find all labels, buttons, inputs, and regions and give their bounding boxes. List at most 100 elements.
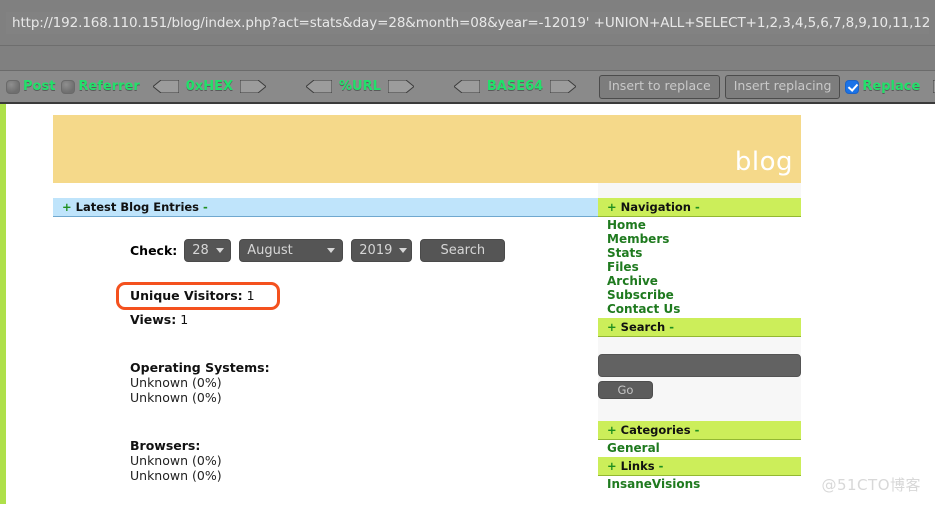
search-input[interactable]	[598, 354, 801, 377]
month-select-value: August	[247, 243, 293, 258]
unique-visitors-value: 1	[246, 288, 255, 303]
replace-checkbox[interactable]: Replace	[845, 79, 920, 94]
base64-encode-group: BASE64	[447, 71, 583, 102]
hex-encode-group: 0xHEX	[146, 71, 273, 102]
sidebar-item-stats[interactable]: Stats	[598, 246, 801, 260]
operating-systems-title: Operating Systems:	[130, 360, 270, 375]
collapse-minus-icon[interactable]: -	[203, 200, 208, 214]
site-banner: blog	[53, 115, 801, 183]
insert-replacing-button[interactable]: Insert replacing	[724, 74, 841, 99]
unique-visitors-line: Unique Visitors: 1	[130, 289, 255, 303]
sidebar-item-general[interactable]: General	[598, 441, 801, 455]
views-line: Views: 1	[130, 313, 598, 327]
hex-label: 0xHEX	[185, 79, 233, 94]
post-label: Post	[23, 79, 56, 94]
sidebar-item-contact-us[interactable]: Contact Us	[598, 302, 801, 316]
expand-plus-icon[interactable]: +	[607, 423, 617, 437]
expand-plus-icon[interactable]: +	[607, 200, 617, 214]
replace-label: Replace	[862, 79, 921, 94]
referrer-label: Referrer	[78, 79, 140, 94]
url-encode-group: %URL	[299, 71, 421, 102]
go-button[interactable]: Go	[598, 381, 653, 399]
search-header[interactable]: + Search -	[598, 318, 801, 337]
browsers-section: Browsers: Unknown (0%) Unknown (0%)	[130, 438, 598, 483]
url-bar-container: http://192.168.110.151/blog/index.php?ac…	[0, 0, 935, 46]
categories-title: Categories	[620, 423, 691, 437]
unique-visitors-label: Unique Visitors:	[130, 288, 243, 303]
navigation-title: Navigation	[620, 200, 691, 214]
arrow-right-icon[interactable]	[550, 80, 577, 93]
links-list: InsaneVisions	[598, 476, 801, 493]
page-content: blog + Latest Blog Entries - Check: 28 A…	[0, 104, 935, 504]
check-label: Check:	[130, 243, 178, 258]
left-edge-accent	[0, 104, 6, 504]
sidebar-item-archive[interactable]: Archive	[598, 274, 801, 288]
list-item: Unknown (0%)	[130, 467, 222, 483]
operating-systems-section: Operating Systems: Unknown (0%) Unknown …	[130, 360, 598, 405]
arrow-left-icon[interactable]	[152, 80, 179, 93]
collapse-minus-icon[interactable]: -	[669, 320, 674, 334]
sidebar-item-home[interactable]: Home	[598, 218, 801, 232]
categories-links: General	[598, 440, 801, 457]
watermark: @51CTO博客	[821, 476, 921, 494]
sidebar-item-files[interactable]: Files	[598, 260, 801, 274]
content-columns: + Latest Blog Entries - Check: 28 August	[53, 183, 801, 493]
browsers-title: Browsers:	[130, 438, 201, 453]
expand-plus-icon[interactable]: +	[62, 200, 72, 214]
expand-plus-icon[interactable]: +	[607, 320, 617, 334]
sidebar: + Navigation - Home Members Stats Files …	[598, 183, 801, 493]
latest-blog-entries-header[interactable]: + Latest Blog Entries -	[53, 198, 598, 217]
views-value: 1	[180, 312, 189, 327]
arrow-left-icon[interactable]	[306, 80, 332, 93]
post-checkbox[interactable]: Post	[6, 79, 55, 94]
latest-blog-entries-title: Latest Blog Entries	[75, 200, 200, 214]
day-select[interactable]: 28	[184, 239, 232, 262]
day-select-value: 28	[192, 243, 209, 258]
month-select[interactable]: August	[239, 239, 344, 262]
base64-label: BASE64	[486, 79, 544, 94]
year-select[interactable]: 2019	[351, 239, 413, 262]
navigation-header[interactable]: + Navigation -	[598, 198, 801, 217]
links-header[interactable]: + Links -	[598, 457, 801, 476]
list-item: Unknown (0%)	[130, 389, 222, 405]
list-item: Unknown (0%)	[130, 453, 222, 468]
proxy-toolbar: Post Referrer 0xHEX %URL BASE64 Insert t…	[0, 71, 935, 104]
checkbox-icon	[6, 79, 20, 94]
collapse-minus-icon[interactable]: -	[695, 423, 700, 437]
chrome-spacer	[0, 46, 935, 71]
links-title: Links	[620, 459, 655, 473]
url-encode-label: %URL	[339, 79, 381, 94]
collapse-minus-icon[interactable]: -	[695, 200, 700, 214]
site-title: blog	[734, 147, 793, 177]
site-wrapper: blog + Latest Blog Entries - Check: 28 A…	[53, 115, 801, 493]
url-input[interactable]: http://192.168.110.151/blog/index.php?ac…	[6, 11, 929, 34]
chevron-down-icon	[327, 248, 336, 253]
arrow-right-icon[interactable]	[387, 80, 414, 93]
collapse-minus-icon[interactable]: -	[659, 459, 664, 473]
arrow-right-icon[interactable]	[240, 80, 266, 93]
sidebar-item-members[interactable]: Members	[598, 232, 801, 246]
chevron-down-icon	[399, 248, 408, 253]
search-button[interactable]: Search	[420, 239, 506, 262]
checkbox-icon	[61, 79, 76, 94]
sidebar-item-insanevisions[interactable]: InsaneVisions	[598, 477, 801, 491]
navigation-links: Home Members Stats Files Archive Subscri…	[598, 217, 801, 318]
insert-to-replace-button[interactable]: Insert to replace	[599, 74, 720, 99]
arrow-left-icon[interactable]	[453, 80, 480, 93]
checkbox-checked-icon	[845, 79, 860, 94]
expand-plus-icon[interactable]: +	[607, 459, 617, 473]
date-check-form: Check: 28 August 2019 Search	[130, 239, 598, 262]
main-column: + Latest Blog Entries - Check: 28 August	[53, 198, 598, 483]
sidebar-item-subscribe[interactable]: Subscribe	[598, 288, 801, 302]
stats-panel: Check: 28 August 2019 Search Unique Visi…	[53, 217, 598, 483]
search-title: Search	[620, 320, 666, 334]
categories-header[interactable]: + Categories -	[598, 421, 801, 440]
list-item: Unknown (0%)	[130, 375, 222, 390]
browser-chrome: http://192.168.110.151/blog/index.php?ac…	[0, 0, 935, 104]
chevron-down-icon	[215, 248, 224, 253]
views-label: Views:	[130, 312, 177, 327]
referrer-checkbox[interactable]: Referrer	[61, 79, 140, 94]
unique-visitors-highlight: Unique Visitors: 1	[116, 282, 280, 310]
sidebar-spacer	[598, 399, 801, 421]
search-spacer	[598, 337, 801, 354]
